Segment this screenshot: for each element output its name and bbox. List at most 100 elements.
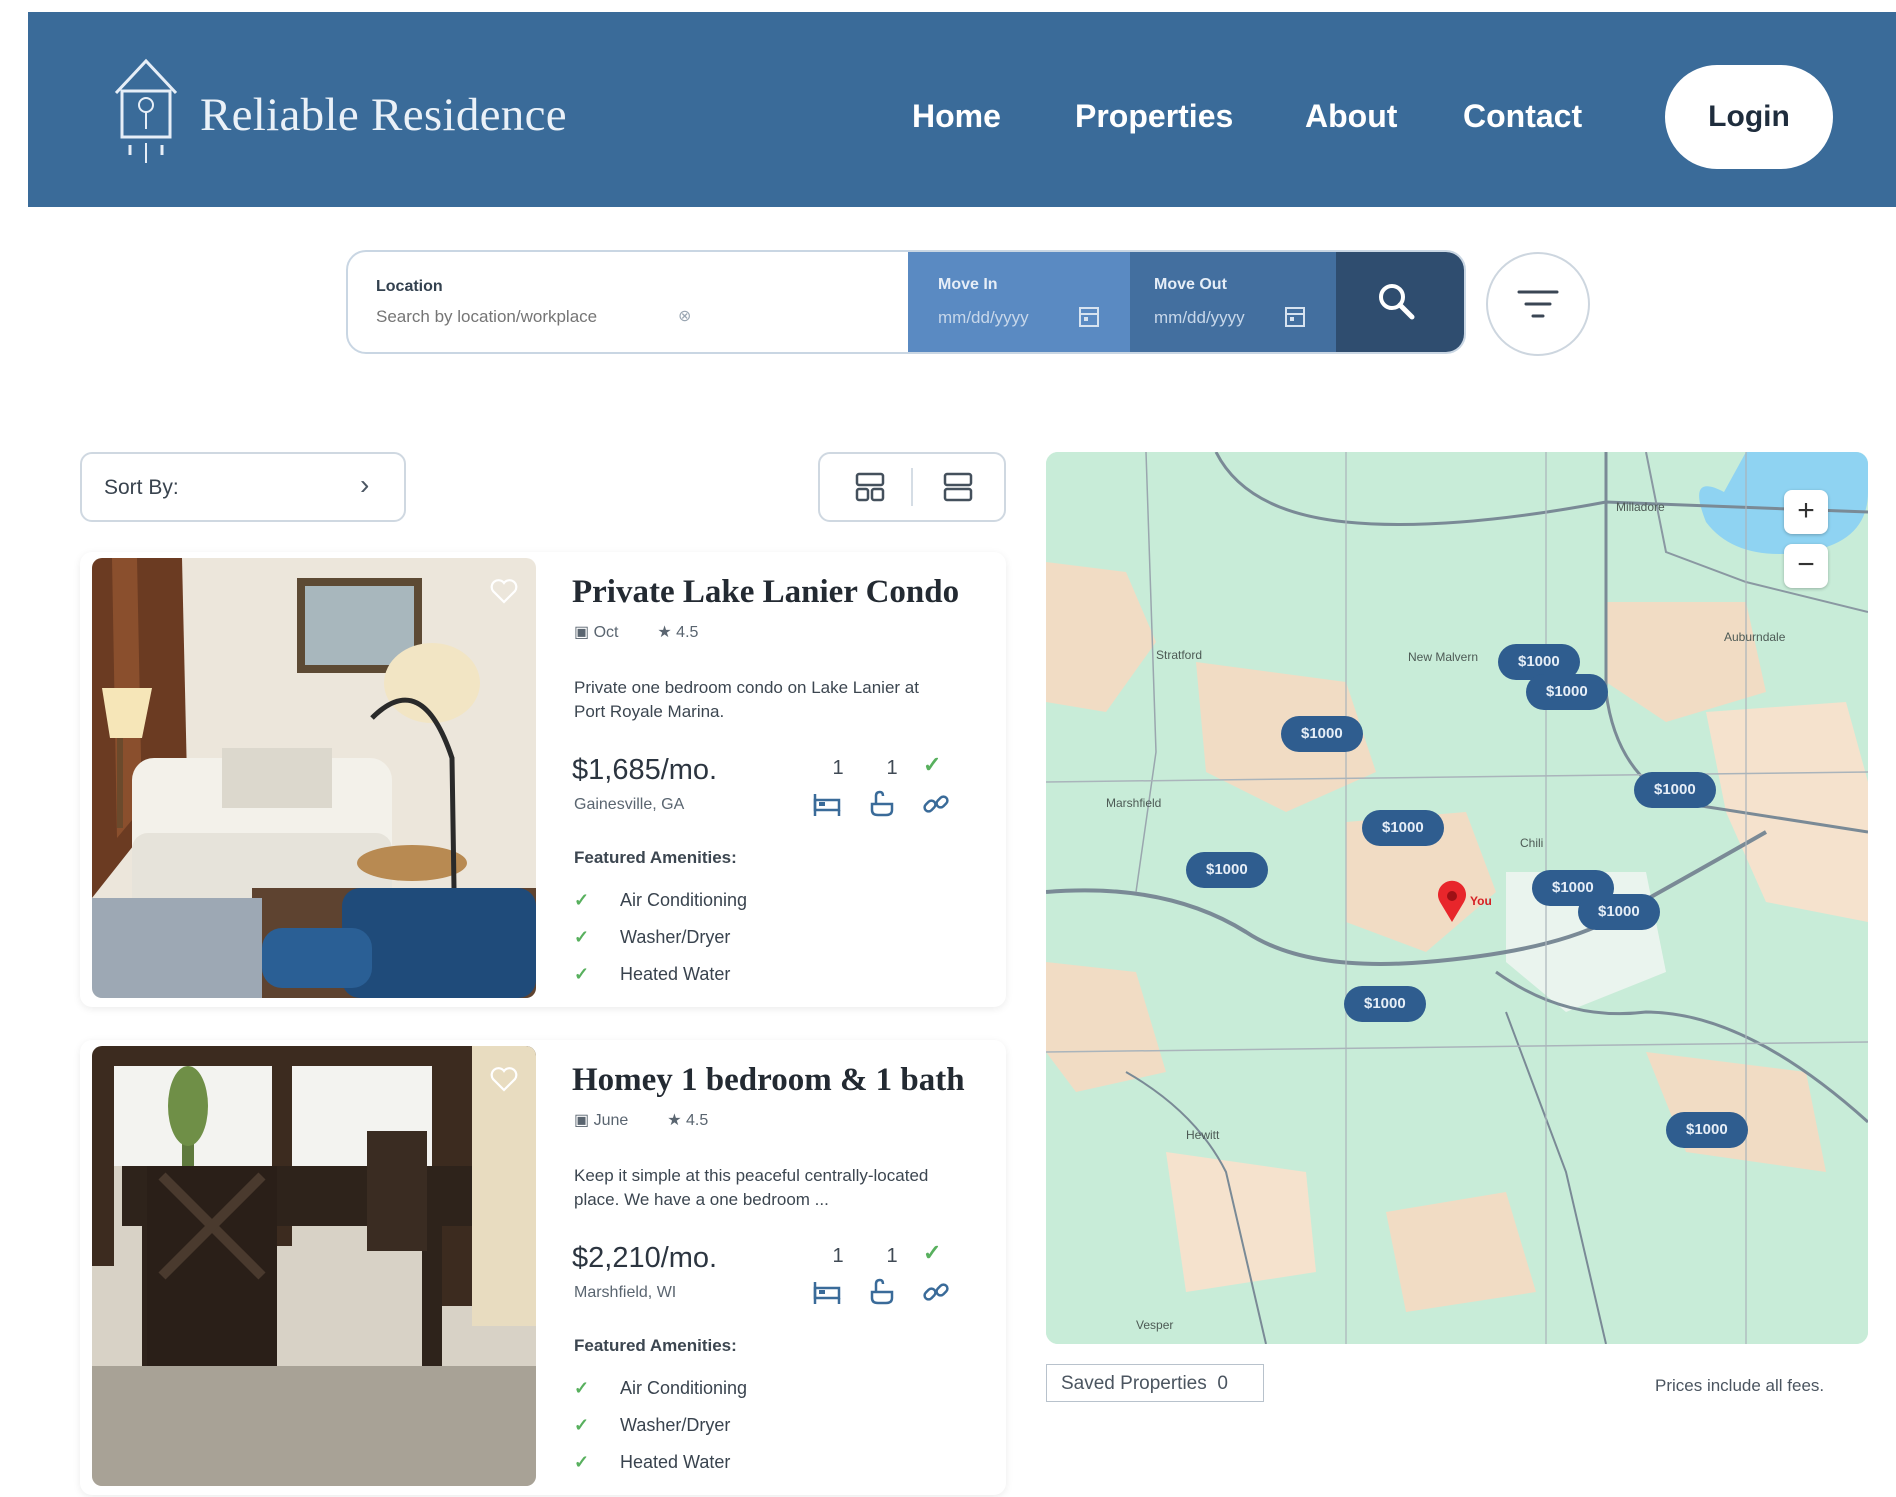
map-town-label: Marshfield [1106,796,1162,810]
check-icon: ✓ [923,1240,942,1265]
map-price-pin[interactable]: $1000 [1634,772,1716,808]
map-price-pin[interactable]: $1000 [1666,1112,1748,1148]
map-town-label: Chili [1520,836,1544,850]
move-in-field[interactable]: Move In mm/dd/yyyy [908,252,1130,352]
bath-icon [870,790,894,817]
sort-label: Sort By: [104,476,179,499]
login-button[interactable]: Login [1665,65,1833,169]
bed-icon [813,794,841,816]
map-town-label: Auburndale [1724,630,1786,644]
house-logo-icon [114,58,178,163]
zoom-out-button[interactable]: − [1784,544,1828,588]
heart-icon[interactable] [490,1066,518,1092]
check-icon: ✓ [923,752,942,777]
listing-rating: 4.5 [676,624,699,641]
move-in-value: mm/dd/yyyy [938,308,1029,327]
move-out-label: Move Out [1154,276,1227,293]
listing-title[interactable]: Private Lake Lanier Condo [572,574,959,611]
amenity-item: ✓ Heated Water [574,1452,731,1472]
view-toggle [818,452,1006,522]
filter-icon [1517,290,1559,318]
check-icon: ✓ [574,890,590,910]
saved-properties-button[interactable]: Saved Properties 0 [1046,1364,1264,1402]
location-pin-icon [1438,880,1466,922]
search-button[interactable] [1336,252,1464,352]
listing-title[interactable]: Homey 1 bedroom & 1 bath [572,1062,965,1099]
list-view-icon[interactable] [942,471,974,503]
bed-icon [813,1282,841,1304]
nav-properties[interactable]: Properties [1075,98,1233,135]
map-town-label: Vesper [1136,1318,1174,1332]
calendar-icon: ▣ [574,1112,590,1129]
listing-card[interactable]: Private Lake Lanier Condo ▣ Oct ★ 4.5 Pr… [80,552,1006,1007]
listing-meta: ▣ Oct ★ 4.5 [574,622,698,642]
map-town-label: Hewitt [1186,1128,1220,1142]
amenities-title: Featured Amenities: [574,848,737,867]
map-town-label: New Malvern [1408,650,1479,664]
nav-about[interactable]: About [1305,98,1397,135]
nav-home[interactable]: Home [912,98,1001,135]
location-label: Location [376,278,443,295]
move-out-field[interactable]: Move Out mm/dd/yyyy [1130,252,1336,352]
nav-contact[interactable]: Contact [1463,98,1582,135]
sort-dropdown[interactable]: Sort By: › [80,452,406,522]
check-icon: ✓ [574,964,590,984]
location-segment: Location ⊗ [348,252,908,352]
map-price-pin[interactable]: $1000 [1281,716,1363,752]
listing-description: Keep it simple at this peaceful centrall… [574,1166,929,1209]
saved-count: 0 [1217,1373,1228,1394]
filter-button[interactable] [1486,252,1590,356]
listing-card[interactable]: Homey 1 bedroom & 1 bath ▣ June ★ 4.5 Ke… [80,1040,1006,1495]
saved-properties-label: Saved Properties 0 [1061,1373,1228,1394]
baths-count: 1 [886,757,898,779]
map-price-pin[interactable]: $1000 [1526,674,1608,710]
map-price-pin[interactable]: $1000 [1578,894,1660,930]
location-clear-icon[interactable]: ⊗ [678,306,691,326]
check-icon: ✓ [574,1378,590,1398]
move-out-value: mm/dd/yyyy [1154,308,1245,327]
beds-count: 1 [832,757,844,779]
link-icon [923,1283,949,1301]
listing-location: Gainesville, GA [574,796,685,813]
check-icon: ✓ [574,1415,590,1435]
check-icon: ✓ [574,927,590,947]
listing-meta: ▣ June ★ 4.5 [574,1110,708,1130]
calendar-icon[interactable] [1284,304,1306,328]
beds-count: 1 [832,1245,844,1267]
amenity-item: ✓ Heated Water [574,964,731,984]
search-bar: Location ⊗ Move In mm/dd/yyyy Move Out m… [346,250,1466,354]
brand-name[interactable]: Reliable Residence [200,88,567,142]
map-town-label: Milladore [1616,500,1665,514]
amenities-title: Featured Amenities: [574,1336,737,1355]
amenity-item: ✓ Washer/Dryer [574,927,731,947]
listing-photo[interactable] [92,558,536,998]
search-icon [1379,284,1415,320]
listing-date: June [593,1112,629,1129]
listing-price: $1,685/mo. [572,754,718,786]
star-icon: ★ [657,624,672,641]
location-input[interactable] [374,306,698,328]
amenity-item: ✓ Air Conditioning [574,890,748,910]
listing-photo[interactable] [92,1046,536,1486]
map-price-pin[interactable]: $1000 [1186,852,1268,888]
zoom-in-button[interactable]: + [1784,490,1828,534]
map-town-label: Stratford [1156,648,1203,662]
link-icon [923,795,949,813]
calendar-icon[interactable] [1078,304,1100,328]
listing-location: Marshfield, WI [574,1284,677,1301]
listing-description: Private one bedroom condo on Lake Lanier… [574,678,919,721]
view-divider [911,468,913,506]
heart-icon[interactable] [490,578,518,604]
map-price-pin[interactable]: $1000 [1362,810,1444,846]
map-view[interactable]: Stratford New Malvern Marshfield Chili A… [1046,452,1868,1344]
calendar-icon: ▣ [574,624,590,641]
move-in-label: Move In [938,276,998,293]
bath-icon [870,1278,894,1305]
you-are-here-label: You [1470,894,1492,908]
amenity-item: ✓ Air Conditioning [574,1378,748,1398]
grid-view-icon[interactable] [854,471,886,503]
check-icon: ✓ [574,1452,590,1472]
star-icon: ★ [667,1112,682,1129]
baths-count: 1 [886,1245,898,1267]
map-price-pin[interactable]: $1000 [1344,986,1426,1022]
